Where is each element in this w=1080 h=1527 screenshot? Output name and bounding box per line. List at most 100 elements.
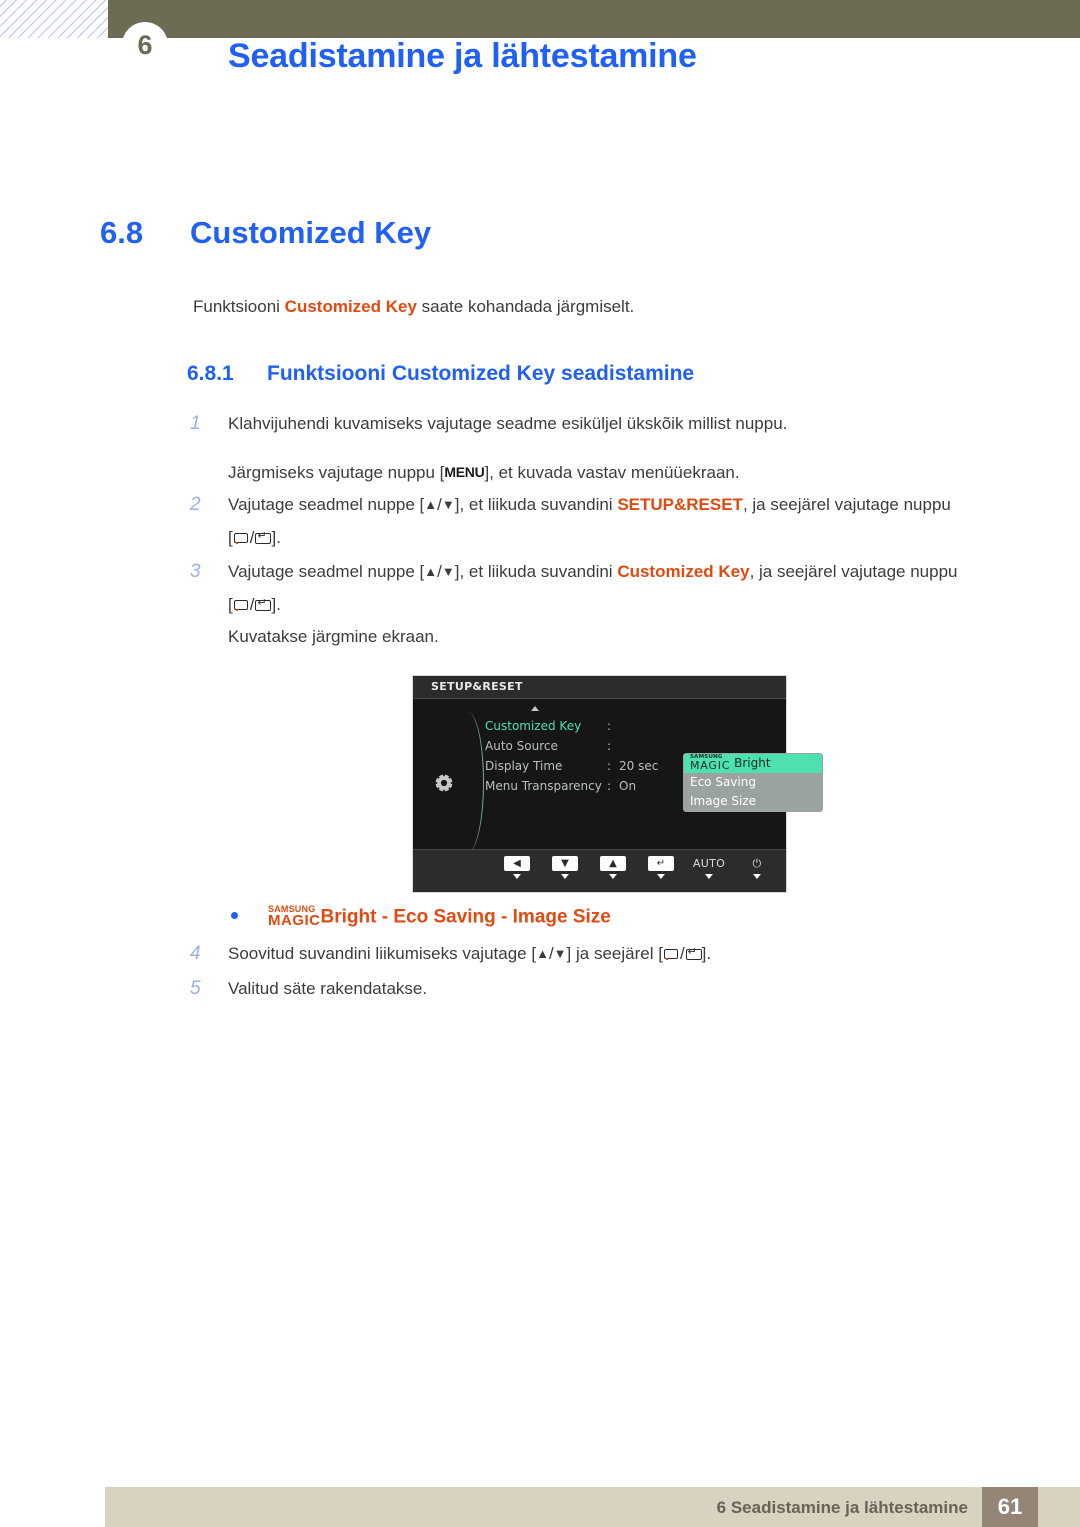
step-2-line2: [/]. [228, 522, 1020, 554]
osd-option-eco-saving[interactable]: Eco Saving [684, 773, 822, 792]
step-2: 2 Vajutage seadmel nuppe [▲/▼], et liiku… [190, 489, 1020, 554]
step-5-text: Valitud säte rakendatakse. [228, 979, 428, 998]
osd-colon: : [607, 719, 612, 733]
caret-down-icon [561, 874, 569, 879]
intro-prefix: Funktsiooni [193, 297, 285, 316]
step-4-number: 4 [190, 943, 201, 964]
gear-icon [433, 772, 455, 794]
option-image-size: Image Size [512, 906, 611, 928]
caret-down-icon [657, 874, 665, 879]
options-bullet-line: SAMSUNG MAGIC Bright - Eco Saving - Image … [231, 905, 611, 929]
step-5-number: 5 [190, 978, 201, 999]
power-icon: ⏻ [752, 857, 762, 870]
step-3-subtext: Kuvatakse järgmine ekraan. [228, 627, 439, 646]
enter-button-icon [254, 529, 272, 545]
footer-chapter-label: 6 Seadistamine ja lähtestamine [716, 1498, 968, 1517]
step-2-number: 2 [190, 494, 201, 515]
osd-dropdown[interactable]: SAMSUNG MAGIC Bright Eco Saving Image Si… [683, 753, 823, 812]
step-2-b: ], et liikuda suvandini [454, 495, 618, 514]
scroll-up-indicator-icon [531, 706, 539, 711]
section-number: 6.8 [100, 215, 144, 250]
step-3-c: , ja seejärel vajutage nuppu [749, 562, 958, 581]
bullet-dot-icon [231, 911, 238, 919]
source-button-icon-4 [663, 948, 680, 961]
separator-1: - [376, 906, 394, 928]
step-1-subtext: Järgmiseks vajutage nuppu [MENU], et kuv… [228, 457, 1020, 489]
osd-colon: : [607, 759, 612, 773]
down-arrow-glyph: ▼ [441, 497, 455, 512]
samsung-magic-logo: SAMSUNG MAGIC [690, 754, 730, 771]
intro-keyword: Customized Key [284, 297, 417, 316]
source-button-icon [233, 532, 250, 545]
subsection-title: Funktsiooni Customized Key seadistamine [267, 362, 695, 385]
step-1: 1 Klahvijuhendi kuvamiseks vajutage sead… [190, 408, 1020, 440]
osd-colon: : [607, 779, 612, 793]
step-3: 3 Vajutage seadmel nuppe [▲/▼], et liiku… [190, 556, 1020, 653]
osd-button-enter[interactable]: ↵ [648, 856, 674, 879]
caret-down-icon [705, 874, 713, 879]
subsection-number: 6.8.1 [187, 362, 234, 385]
step-2-c: , ja seejärel vajutage nuppu [742, 495, 951, 514]
step-1-number: 1 [190, 413, 201, 434]
step-3-line2: [/]. [228, 589, 1020, 621]
osd-button-auto[interactable]: AUTO [692, 856, 726, 879]
step-4-b: ] ja seejärel [ [566, 944, 663, 963]
osd-screenshot: SETUP&RESET Customized Key: Auto Source… [412, 675, 823, 893]
enter-button-icon-3 [254, 596, 272, 612]
menu-button-key: MENU [444, 464, 485, 480]
bracket-close-2: ]. [271, 528, 281, 547]
osd-option-1-suffix: Bright [734, 756, 771, 770]
instruction-steps-bottom: 4 Soovitud suvandini liikumiseks vajutag… [190, 938, 1020, 1007]
osd-button-group: ◀ ▼ ▲ ↵ AUTO ⏻ [504, 856, 770, 879]
section-title: Customized Key [190, 215, 432, 250]
osd-button-bar: ◀ ▼ ▲ ↵ AUTO ⏻ [413, 849, 786, 892]
separator-2: - [495, 906, 513, 928]
osd-colon: : [607, 739, 612, 753]
step-4: 4 Soovitud suvandini liikumiseks vajutag… [190, 938, 1020, 971]
step-1-text: Klahvijuhendi kuvamiseks vajutage seadme… [228, 414, 788, 433]
osd-label: Menu Transparency [485, 779, 602, 793]
step-1-sub-a: Järgmiseks vajutage nuppu [ [228, 463, 445, 482]
up-arrow-glyph: ▲ [424, 497, 438, 512]
step-3-a: Vajutage seadmel nuppe [ [228, 562, 425, 581]
intro-suffix: saate kohandada järgmiselt. [416, 297, 635, 316]
page-number: 61 [982, 1487, 1038, 1527]
up-arrow-glyph-3: ▲ [424, 564, 438, 579]
step-4-c: ]. [701, 944, 712, 963]
step-3-b: ], et liikuda suvandini [454, 562, 618, 581]
osd-row-customized-key[interactable]: Customized Key : [485, 716, 725, 736]
step-5: 5 Valitud säte rakendatakse. [190, 973, 1020, 1005]
osd-label: Display Time [485, 759, 563, 773]
left-arrow-icon: ◀ [504, 856, 530, 871]
osd-label: Customized Key [485, 719, 582, 733]
section-heading: 6.8 Customized Key [100, 215, 431, 251]
step-4-a: Soovitud suvandini liikumiseks vajutage … [228, 944, 537, 963]
step-2-text: Vajutage seadmel nuppe [▲/▼], et liikuda… [228, 489, 1020, 554]
osd-option-magicbright[interactable]: SAMSUNG MAGIC Bright [684, 754, 822, 773]
step-3-keyword: Customized Key [617, 562, 750, 581]
osd-button-power[interactable]: ⏻ [744, 856, 770, 879]
osd-decorative-arc [457, 712, 484, 852]
samsung-magic-logo-bullet: SAMSUNG MAGIC [268, 905, 321, 929]
step-2-keyword: SETUP&RESET [617, 495, 743, 514]
section-intro: Funktsiooni Customized Key saate kohanda… [193, 297, 634, 317]
page-footer: 6 Seadistamine ja lähtestamine 61 [105, 1487, 1080, 1527]
osd-button-down[interactable]: ▼ [552, 856, 578, 879]
magic-bottom: MAGIC [690, 759, 731, 772]
osd-value [619, 716, 725, 736]
down-arrow-glyph-4: ▼ [553, 946, 567, 961]
osd-button-left[interactable]: ◀ [504, 856, 530, 879]
step-3-text: Vajutage seadmel nuppe [▲/▼], et liikuda… [228, 556, 1020, 653]
auto-label: AUTO [692, 857, 726, 870]
slash-5: / [548, 944, 554, 963]
step-1-sub-b: ], et kuvada vastav menüüekraan. [484, 463, 740, 482]
option-bright: Bright [320, 906, 377, 928]
osd-title: SETUP&RESET [431, 680, 523, 693]
caret-down-icon [609, 874, 617, 879]
up-arrow-glyph-4: ▲ [536, 946, 549, 961]
osd-button-up[interactable]: ▲ [600, 856, 626, 879]
osd-option-image-size[interactable]: Image Size [684, 792, 822, 811]
caret-down-icon [753, 874, 761, 879]
bracket-close-3: ]. [271, 595, 281, 614]
